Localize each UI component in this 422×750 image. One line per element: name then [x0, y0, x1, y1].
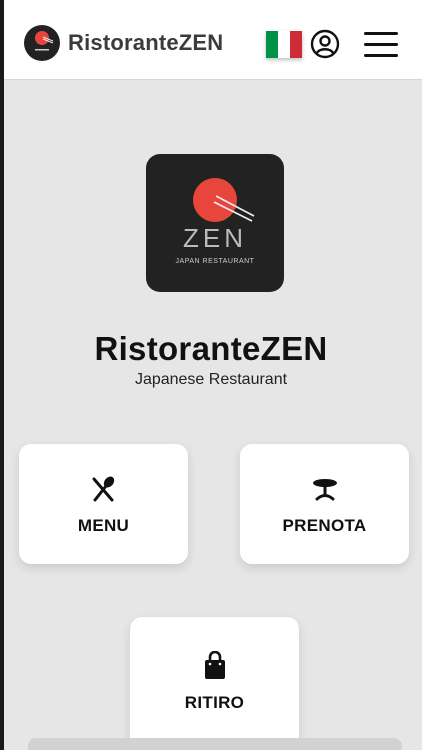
prenota-label: PRENOTA	[282, 516, 367, 535]
user-circle-icon[interactable]	[309, 28, 341, 60]
ritiro-label: RITIRO	[184, 693, 245, 712]
top-navbar: RistoranteZEN	[4, 0, 422, 80]
restaurant-title: RistoranteZEN	[94, 330, 328, 367]
table-icon	[312, 479, 337, 501]
menu-button[interactable]: MENU	[19, 444, 188, 564]
shopping-bag-icon	[204, 651, 225, 679]
restaurant-subtitle: Japanese Restaurant	[134, 371, 288, 388]
fork-spoon-icon	[92, 476, 114, 502]
brand-name: RistoranteZEN	[68, 30, 224, 55]
logo-subtext: JAPAN RESTAURANT	[176, 258, 255, 265]
ritiro-button[interactable]: RITIRO	[130, 617, 299, 750]
logo-text: ZEN	[183, 223, 247, 253]
brand[interactable]: RistoranteZEN	[24, 25, 223, 61]
menu-label: MENU	[77, 516, 130, 535]
italian-flag-icon[interactable]	[266, 31, 302, 58]
restaurant-logo: ZEN JAPAN RESTAURANT	[146, 154, 284, 292]
hamburger-menu-icon[interactable]	[364, 30, 398, 58]
bottom-bar[interactable]	[28, 738, 402, 750]
prenota-button[interactable]: PRENOTA	[240, 444, 409, 564]
zen-sun-logo-icon	[24, 25, 60, 61]
